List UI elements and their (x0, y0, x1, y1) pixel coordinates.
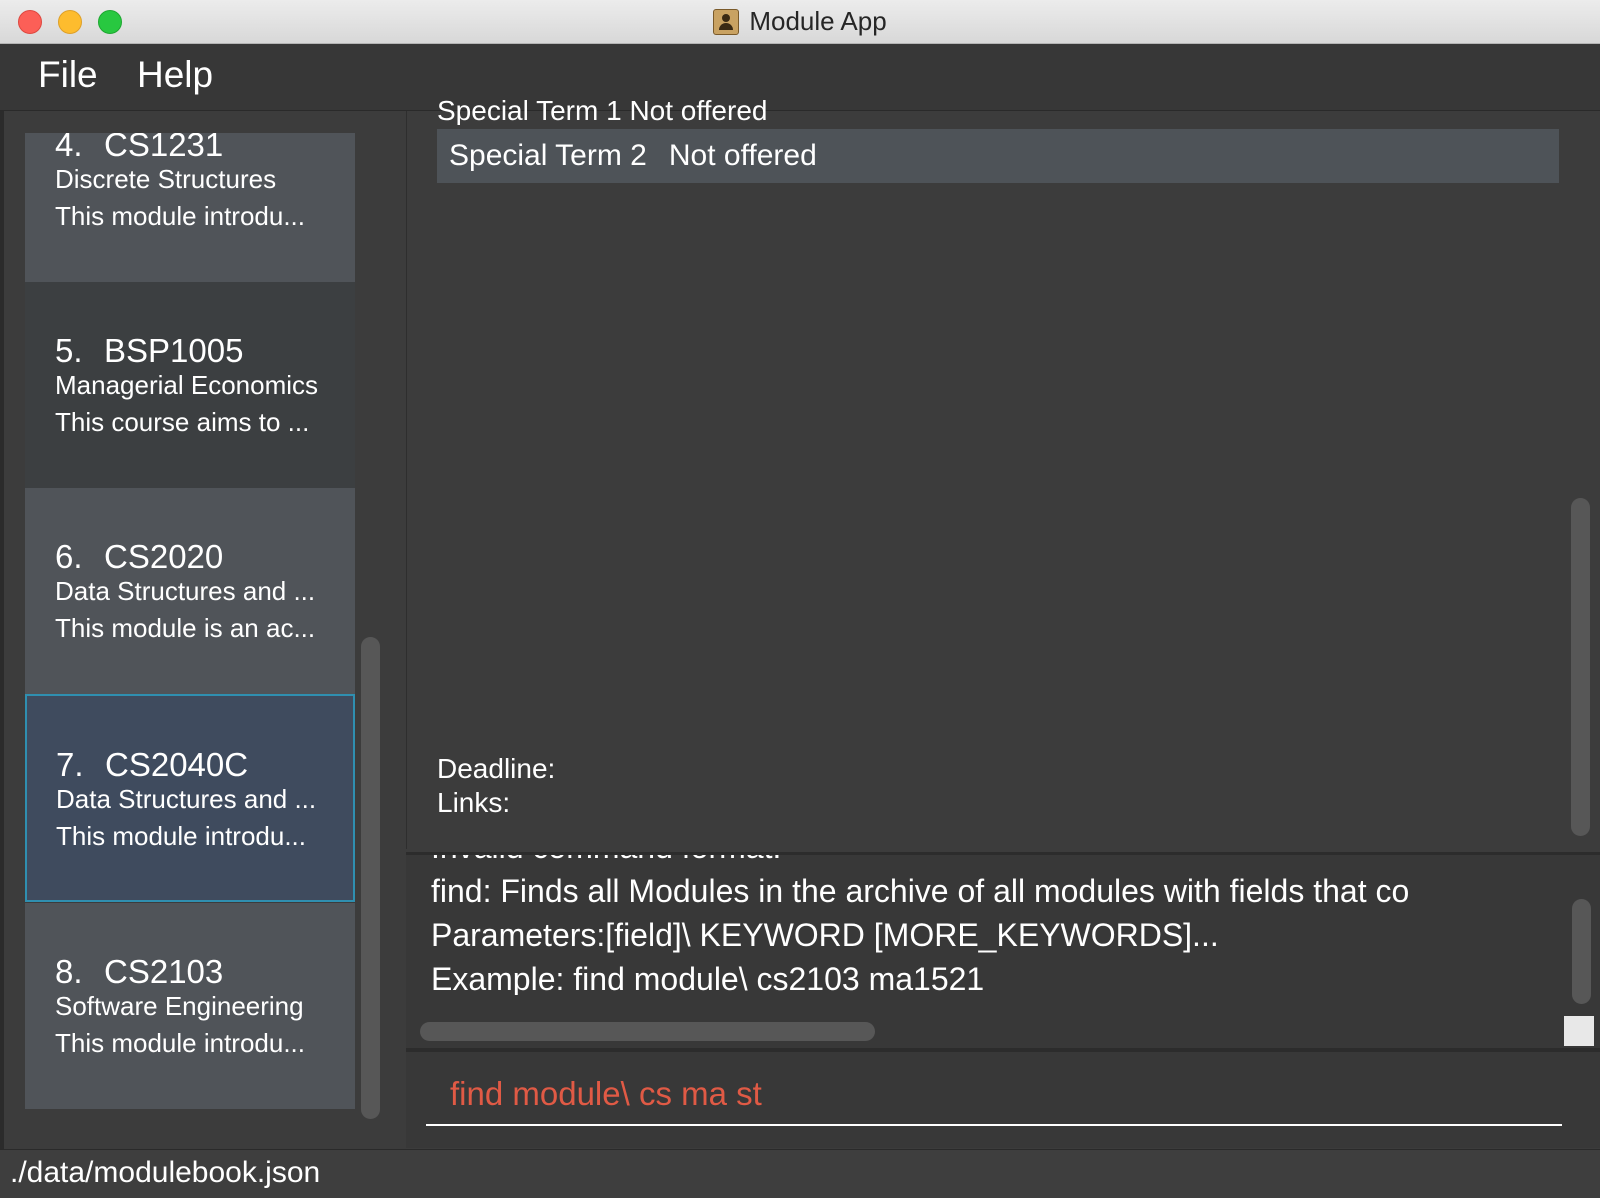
app-window: Module App File Help 4. CS1231 Discrete S… (0, 0, 1600, 1198)
window-title: Module App (749, 6, 887, 36)
module-code: CS2103 (104, 953, 224, 990)
term-label: Special Term 2 (449, 139, 647, 172)
module-title: Software Engineering (55, 991, 304, 1021)
module-index: 7. (56, 746, 84, 783)
detail-cut-off-row: Special Term 1 Not offered (437, 95, 768, 125)
module-description: This module is an ac... (55, 613, 316, 643)
result-horizontal-scrollbar[interactable] (420, 1022, 875, 1041)
module-description: This module introdu... (55, 201, 306, 231)
module-index: 5. (55, 332, 83, 369)
module-list-panel: 4. CS1231 Discrete Structures This module… (0, 111, 400, 1149)
module-index: 4. (55, 133, 83, 163)
module-list-scrollbar[interactable] (361, 637, 380, 1119)
module-index: 6. (55, 538, 83, 575)
status-bar: ./data/modulebook.json (0, 1149, 1600, 1198)
result-line: Parameters:[field]\ KEYWORD [MORE_KEYWOR… (431, 917, 1219, 953)
module-card[interactable]: 6. CS2020 Data Structures and ... This mo… (25, 488, 355, 694)
module-code: BSP1005 (104, 332, 244, 369)
menu-help[interactable]: Help (137, 54, 213, 96)
module-card[interactable]: 8. CS2103 Software Engineering This modul… (25, 903, 355, 1109)
module-description: This module introdu... (55, 1028, 306, 1058)
scroll-corner (1564, 1016, 1594, 1046)
module-code: CS2020 (104, 538, 224, 575)
command-box (406, 1048, 1600, 1148)
result-vertical-scrollbar[interactable] (1572, 899, 1591, 1004)
links-label: Links: (437, 787, 511, 818)
detail-scrollbar[interactable] (1571, 498, 1590, 836)
module-card[interactable]: 4. CS1231 Discrete Structures This module… (25, 133, 355, 282)
module-title: Data Structures and ... (55, 576, 316, 606)
result-line: find: Finds all Modules in the archive o… (431, 873, 1410, 909)
module-card-selected[interactable]: 7. CS2040C Data Structures and ... This m… (25, 694, 355, 902)
module-detail-panel: Special Term 1 Not offered Special Term … (406, 95, 1600, 849)
module-code: CS1231 (104, 133, 224, 163)
result-display[interactable]: Invalid command format! find: Finds all … (406, 852, 1600, 1048)
command-input[interactable] (426, 1064, 1562, 1126)
module-code: CS2040C (105, 746, 249, 783)
module-list[interactable]: 4. CS1231 Discrete Structures This module… (25, 133, 355, 1137)
module-title: Managerial Economics (55, 370, 319, 400)
result-line: Invalid command format! (431, 855, 1581, 869)
module-index: 8. (55, 953, 83, 990)
module-title: Data Structures and ... (56, 784, 317, 814)
module-description: This module introdu... (56, 821, 307, 851)
special-term-2-row: Special Term 2 Not offered (437, 129, 1559, 183)
term-value: Not offered (668, 139, 817, 172)
save-file-path: ./data/modulebook.json (10, 1156, 321, 1189)
module-title: Discrete Structures (55, 164, 277, 194)
app-contact-book-icon (713, 8, 740, 35)
deadline-label: Deadline: (437, 753, 556, 784)
module-card[interactable]: 5. BSP1005 Managerial Economics This cour… (25, 282, 355, 488)
module-description: This course aims to ... (55, 407, 310, 437)
title-bar[interactable]: Module App (0, 0, 1600, 44)
result-line: Example: find module\ cs2103 ma1521 (431, 961, 985, 995)
menu-file[interactable]: File (38, 54, 98, 96)
